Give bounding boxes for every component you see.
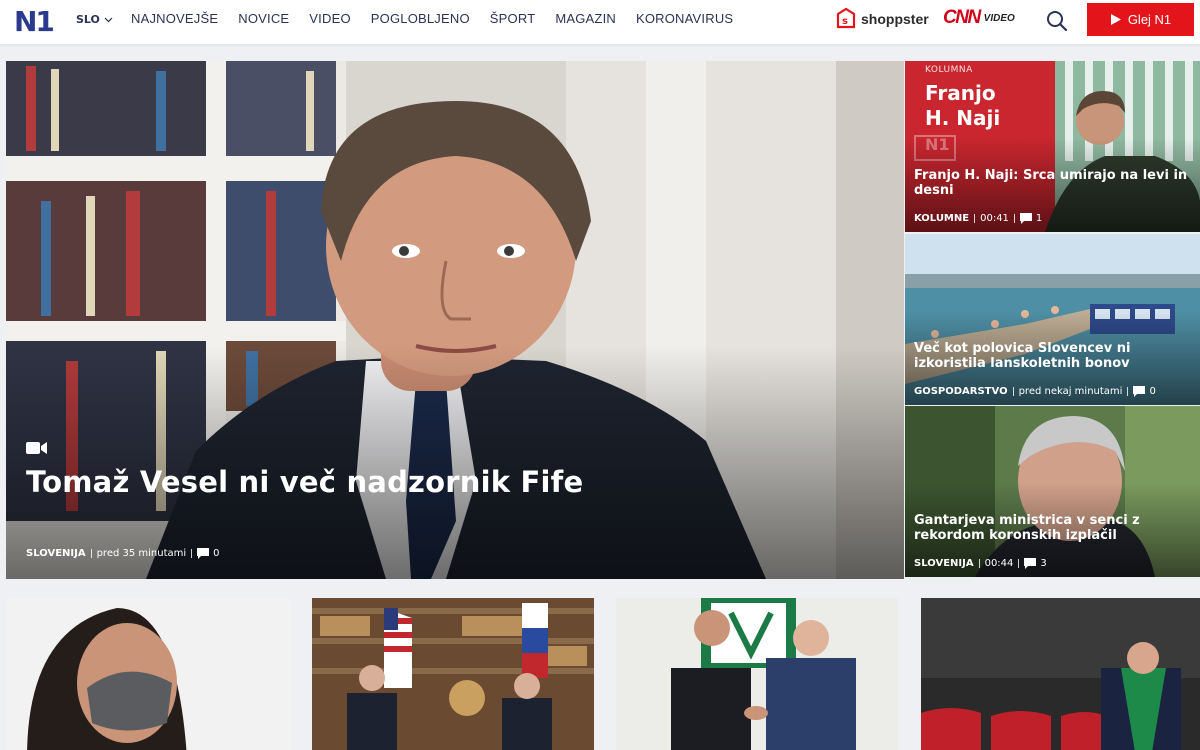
columnist-name: Franjo H. Naji bbox=[925, 81, 1000, 131]
hero-headline[interactable]: Tomaž Vesel ni več nadzornik Fife bbox=[26, 465, 583, 499]
columnist-name-line2: H. Naji bbox=[925, 106, 1001, 130]
article-card[interactable] bbox=[7, 598, 291, 750]
side-meta: GOSPODARSTVO pred nekaj minutami 0 bbox=[914, 386, 1156, 397]
play-icon bbox=[1110, 14, 1121, 25]
shoppster-link[interactable]: s shoppster bbox=[835, 8, 929, 30]
side-meta: SLOVENIJA 00:44 3 bbox=[914, 558, 1047, 569]
timestamp: pred nekaj minutami bbox=[1018, 386, 1123, 397]
article-card[interactable] bbox=[616, 598, 898, 750]
svg-text:s: s bbox=[842, 16, 848, 27]
comments-value: 1 bbox=[1035, 213, 1043, 224]
comments-value: 0 bbox=[1149, 386, 1156, 397]
card-image-summit bbox=[312, 598, 594, 750]
watch-n1-button[interactable]: Glej N1 bbox=[1087, 3, 1194, 36]
column-badge: N1 bbox=[925, 135, 950, 154]
article-card[interactable] bbox=[921, 598, 1200, 750]
divider bbox=[974, 214, 976, 223]
timestamp: 00:44 bbox=[984, 558, 1014, 569]
timestamp: pred 35 minutami bbox=[96, 548, 187, 559]
divider bbox=[191, 549, 193, 558]
nav-item-magazin[interactable]: MAGAZIN bbox=[555, 11, 616, 26]
hero-gradient bbox=[6, 61, 904, 579]
article-card[interactable] bbox=[312, 598, 594, 750]
card-image-handshake bbox=[616, 598, 898, 750]
cnn-video-link[interactable]: CNN VIDEO bbox=[943, 7, 1015, 29]
comment-icon bbox=[1133, 386, 1146, 397]
shoppster-label: shoppster bbox=[861, 11, 929, 27]
divider bbox=[1018, 559, 1020, 568]
shoppster-icon: s bbox=[836, 8, 856, 29]
search-icon[interactable] bbox=[1045, 9, 1069, 33]
side-headline[interactable]: Franjo H. Naji: Srca umirajo na levi in … bbox=[914, 168, 1194, 198]
category-label[interactable]: SLOVENIJA bbox=[26, 548, 86, 559]
columnist-name-line1: Franjo bbox=[925, 81, 996, 105]
card-image-stadium bbox=[921, 598, 1200, 750]
side-article-gantar[interactable]: Gantarjeva ministrica v senci z rekordom… bbox=[905, 406, 1200, 577]
nav-item-najnovejse[interactable]: NAJNOVEJŠE bbox=[131, 11, 218, 26]
category-label[interactable]: SLOVENIJA bbox=[914, 558, 974, 569]
divider bbox=[1012, 387, 1014, 396]
nav-item-sport[interactable]: ŠPORT bbox=[490, 11, 536, 26]
category-label[interactable]: KOLUMNE bbox=[914, 213, 969, 224]
side-headline[interactable]: Gantarjeva ministrica v senci z rekordom… bbox=[914, 513, 1194, 543]
side-article-bonov[interactable]: Več kot polovica Slovencev ni izkoristil… bbox=[905, 234, 1200, 405]
side-meta: KOLUMNE 00:41 1 bbox=[914, 213, 1042, 224]
divider bbox=[978, 559, 980, 568]
side-headline[interactable]: Več kot polovica Slovencev ni izkoristil… bbox=[914, 341, 1194, 371]
hero-meta: SLOVENIJA pred 35 minutami 0 bbox=[26, 548, 220, 559]
nav-item-poglobljeno[interactable]: POGLOBLJENO bbox=[371, 11, 470, 26]
divider bbox=[1013, 214, 1015, 223]
divider bbox=[90, 549, 92, 558]
svg-text:N1: N1 bbox=[14, 5, 53, 34]
comments-count[interactable]: 1 bbox=[1019, 213, 1043, 224]
cnn-logo: CNN bbox=[943, 7, 981, 28]
comments-value: 3 bbox=[1040, 558, 1047, 569]
comment-icon bbox=[1024, 558, 1037, 569]
main-nav: NAJNOVEJŠE NOVICE VIDEO POGLOBLJENO ŠPOR… bbox=[131, 11, 733, 26]
category-label[interactable]: GOSPODARSTVO bbox=[914, 386, 1008, 397]
cnn-video-label: VIDEO bbox=[983, 12, 1015, 24]
side-article-kolumna[interactable]: KOLUMNA Franjo H. Naji N1 Franjo H. Naji… bbox=[905, 61, 1200, 232]
n1-logo[interactable]: N1 bbox=[14, 4, 66, 34]
nav-item-koronavirus[interactable]: KORONAVIRUS bbox=[636, 11, 733, 26]
comment-icon bbox=[197, 548, 210, 559]
divider bbox=[1127, 387, 1129, 396]
timestamp: 00:41 bbox=[980, 213, 1009, 224]
comment-icon bbox=[1019, 213, 1032, 224]
comments-count[interactable]: 0 bbox=[1133, 386, 1156, 397]
site-header: N1 SLO NAJNOVEJŠE NOVICE VIDEO POGLOBLJE… bbox=[0, 0, 1200, 44]
card-image-masked-man bbox=[7, 598, 291, 750]
column-label: KOLUMNA bbox=[925, 65, 973, 75]
language-label: SLO bbox=[76, 13, 100, 26]
watch-n1-label: Glej N1 bbox=[1127, 12, 1172, 27]
chevron-down-icon bbox=[104, 17, 113, 22]
language-selector[interactable]: SLO bbox=[76, 13, 113, 26]
comments-count[interactable]: 3 bbox=[1024, 558, 1047, 569]
video-camera-icon bbox=[26, 442, 47, 454]
side-gradient bbox=[905, 234, 1200, 405]
side-gradient bbox=[905, 406, 1200, 577]
comments-value: 0 bbox=[213, 548, 220, 559]
nav-item-video[interactable]: VIDEO bbox=[309, 11, 350, 26]
hero-article[interactable]: Tomaž Vesel ni več nadzornik Fife SLOVEN… bbox=[6, 61, 904, 579]
nav-item-novice[interactable]: NOVICE bbox=[238, 11, 289, 26]
comments-count[interactable]: 0 bbox=[197, 548, 220, 559]
